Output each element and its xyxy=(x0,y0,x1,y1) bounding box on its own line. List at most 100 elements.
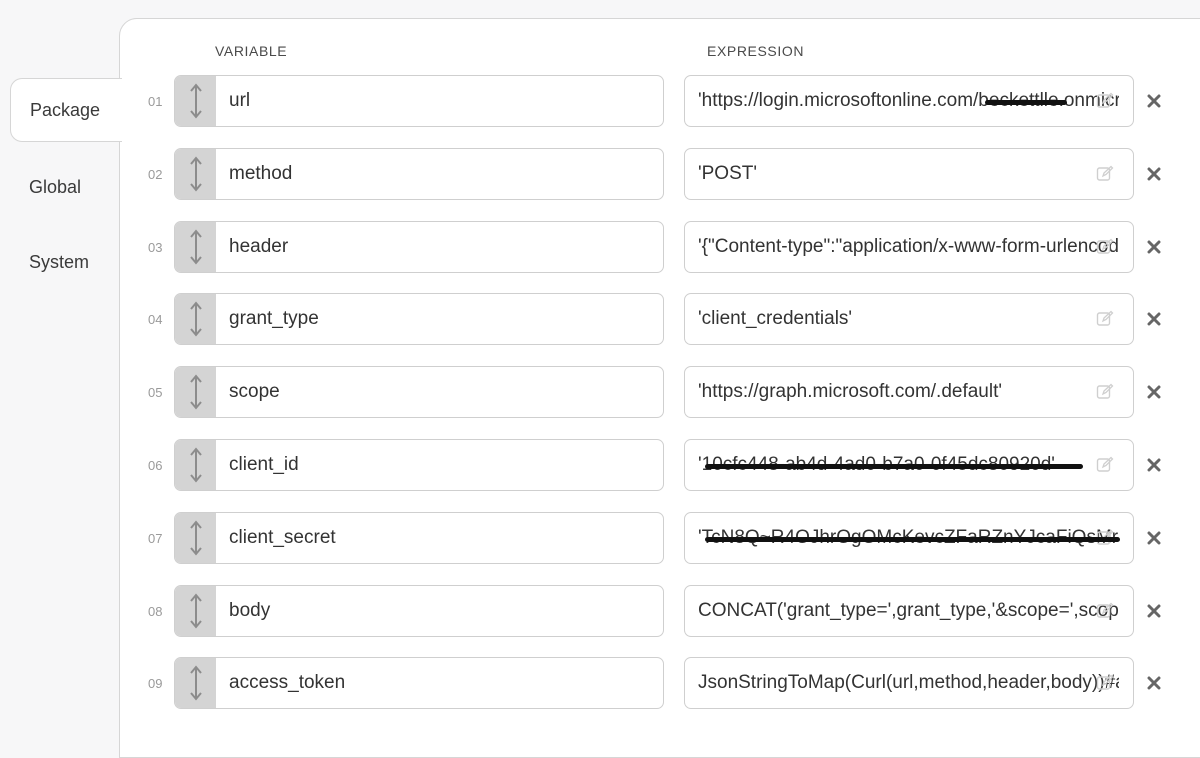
delete-row-button[interactable] xyxy=(1144,673,1164,693)
row-number: 05 xyxy=(148,385,163,400)
delete-row-button[interactable] xyxy=(1144,237,1164,257)
expression-value: JsonStringToMap(Curl(url,method,header,b… xyxy=(698,672,1119,693)
expression-field[interactable]: 'TcN8Q~R4OJhrOgOMcKevcZFaRZnYJcaFiQsMr' xyxy=(684,512,1134,564)
edit-icon[interactable] xyxy=(1096,456,1114,474)
edit-icon[interactable] xyxy=(1096,238,1114,256)
row-number: 09 xyxy=(148,676,163,691)
drag-handle[interactable] xyxy=(175,440,216,490)
delete-row-button[interactable] xyxy=(1144,91,1164,111)
row-number: 07 xyxy=(148,531,163,546)
variable-row: 05 'https://graph.microsoft.com/.default… xyxy=(0,366,1200,420)
expression-value: 'https://graph.microsoft.com/.default' xyxy=(698,381,1002,402)
vertical-arrows-icon xyxy=(189,520,202,556)
delete-row-button[interactable] xyxy=(1144,309,1164,329)
close-icon xyxy=(1147,94,1161,108)
row-number: 06 xyxy=(148,458,163,473)
variable-name-input[interactable] xyxy=(216,513,663,563)
variable-field xyxy=(174,657,664,709)
variable-field xyxy=(174,75,664,127)
edit-icon[interactable] xyxy=(1096,383,1114,401)
vertical-arrows-icon xyxy=(189,593,202,629)
vertical-arrows-icon xyxy=(189,229,202,265)
expression-field[interactable]: '10cfc448-ab4d-4ad0-b7a0-0f45dc80920d' xyxy=(684,439,1134,491)
redaction-mark xyxy=(985,100,1067,105)
drag-handle[interactable] xyxy=(175,513,216,563)
vertical-arrows-icon xyxy=(189,301,202,337)
expression-column-header: EXPRESSION xyxy=(707,43,805,59)
variable-name-input[interactable] xyxy=(216,367,663,417)
close-icon xyxy=(1147,167,1161,181)
variable-name-input[interactable] xyxy=(216,294,663,344)
redaction-mark xyxy=(705,464,1083,469)
expression-field[interactable]: 'POST' xyxy=(684,148,1134,200)
variable-column-header: VARIABLE xyxy=(215,43,288,59)
close-icon xyxy=(1147,531,1161,545)
variable-row: 04 'client_credentials' xyxy=(0,293,1200,347)
expression-field[interactable]: '{"Content-type":"application/x-www-form… xyxy=(684,221,1134,273)
delete-row-button[interactable] xyxy=(1144,382,1164,402)
variable-field xyxy=(174,221,664,273)
close-icon xyxy=(1147,312,1161,326)
vertical-arrows-icon xyxy=(189,447,202,483)
drag-handle[interactable] xyxy=(175,149,216,199)
expression-field[interactable]: 'client_credentials' xyxy=(684,293,1134,345)
variable-row: 02 'POST' xyxy=(0,148,1200,202)
drag-handle[interactable] xyxy=(175,222,216,272)
expression-value: '{"Content-type":"application/x-www-form… xyxy=(698,236,1119,257)
variable-name-input[interactable] xyxy=(216,440,663,490)
edit-icon[interactable] xyxy=(1096,602,1114,620)
variable-name-input[interactable] xyxy=(216,658,663,708)
row-number: 02 xyxy=(148,167,163,182)
expression-field[interactable]: CONCAT('grant_type=',grant_type,'&scope=… xyxy=(684,585,1134,637)
row-number: 03 xyxy=(148,240,163,255)
row-number: 01 xyxy=(148,94,163,109)
variable-row: 08 CONCAT('grant_type=',grant_type,'&sco… xyxy=(0,585,1200,639)
expression-value: 'client_credentials' xyxy=(698,308,853,329)
close-icon xyxy=(1147,604,1161,618)
variable-field xyxy=(174,439,664,491)
expression-value: 'POST' xyxy=(698,163,757,184)
drag-handle[interactable] xyxy=(175,294,216,344)
variable-row: 09 JsonStringToMap(Curl(url,method,heade… xyxy=(0,657,1200,711)
redaction-mark xyxy=(705,537,1120,542)
vertical-arrows-icon xyxy=(189,83,202,119)
variable-row: 01 'https://login.microsoftonline.com/be… xyxy=(0,75,1200,129)
edit-icon[interactable] xyxy=(1096,165,1114,183)
row-number: 04 xyxy=(148,312,163,327)
variable-name-input[interactable] xyxy=(216,586,663,636)
vertical-arrows-icon xyxy=(189,374,202,410)
edit-icon[interactable] xyxy=(1096,674,1114,692)
variable-field xyxy=(174,293,664,345)
close-icon xyxy=(1147,458,1161,472)
close-icon xyxy=(1147,385,1161,399)
row-number: 08 xyxy=(148,604,163,619)
delete-row-button[interactable] xyxy=(1144,455,1164,475)
variable-field xyxy=(174,366,664,418)
close-icon xyxy=(1147,240,1161,254)
delete-row-button[interactable] xyxy=(1144,164,1164,184)
variable-field xyxy=(174,512,664,564)
variable-row: 03 '{"Content-type":"application/x-www-f… xyxy=(0,221,1200,275)
expression-field[interactable]: JsonStringToMap(Curl(url,method,header,b… xyxy=(684,657,1134,709)
variable-field xyxy=(174,585,664,637)
variable-row: 06 '10cfc448-ab4d-4ad0-b7a0-0f45dc80920d… xyxy=(0,439,1200,493)
delete-row-button[interactable] xyxy=(1144,528,1164,548)
edit-icon[interactable] xyxy=(1096,92,1114,110)
edit-icon[interactable] xyxy=(1096,310,1114,328)
expression-field[interactable]: 'https://login.microsoftonline.com/becke… xyxy=(684,75,1134,127)
close-icon xyxy=(1147,676,1161,690)
expression-field[interactable]: 'https://graph.microsoft.com/.default' xyxy=(684,366,1134,418)
drag-handle[interactable] xyxy=(175,76,216,126)
drag-handle[interactable] xyxy=(175,367,216,417)
variable-row: 07 'TcN8Q~R4OJhrOgOMcKevcZFaRZnYJcaFiQsM… xyxy=(0,512,1200,566)
variable-field xyxy=(174,148,664,200)
delete-row-button[interactable] xyxy=(1144,601,1164,621)
variable-name-input[interactable] xyxy=(216,222,663,272)
expression-value: CONCAT('grant_type=',grant_type,'&scope=… xyxy=(698,600,1119,621)
vertical-arrows-icon xyxy=(189,665,202,701)
drag-handle[interactable] xyxy=(175,586,216,636)
variable-name-input[interactable] xyxy=(216,149,663,199)
vertical-arrows-icon xyxy=(189,156,202,192)
drag-handle[interactable] xyxy=(175,658,216,708)
variable-name-input[interactable] xyxy=(216,76,663,126)
